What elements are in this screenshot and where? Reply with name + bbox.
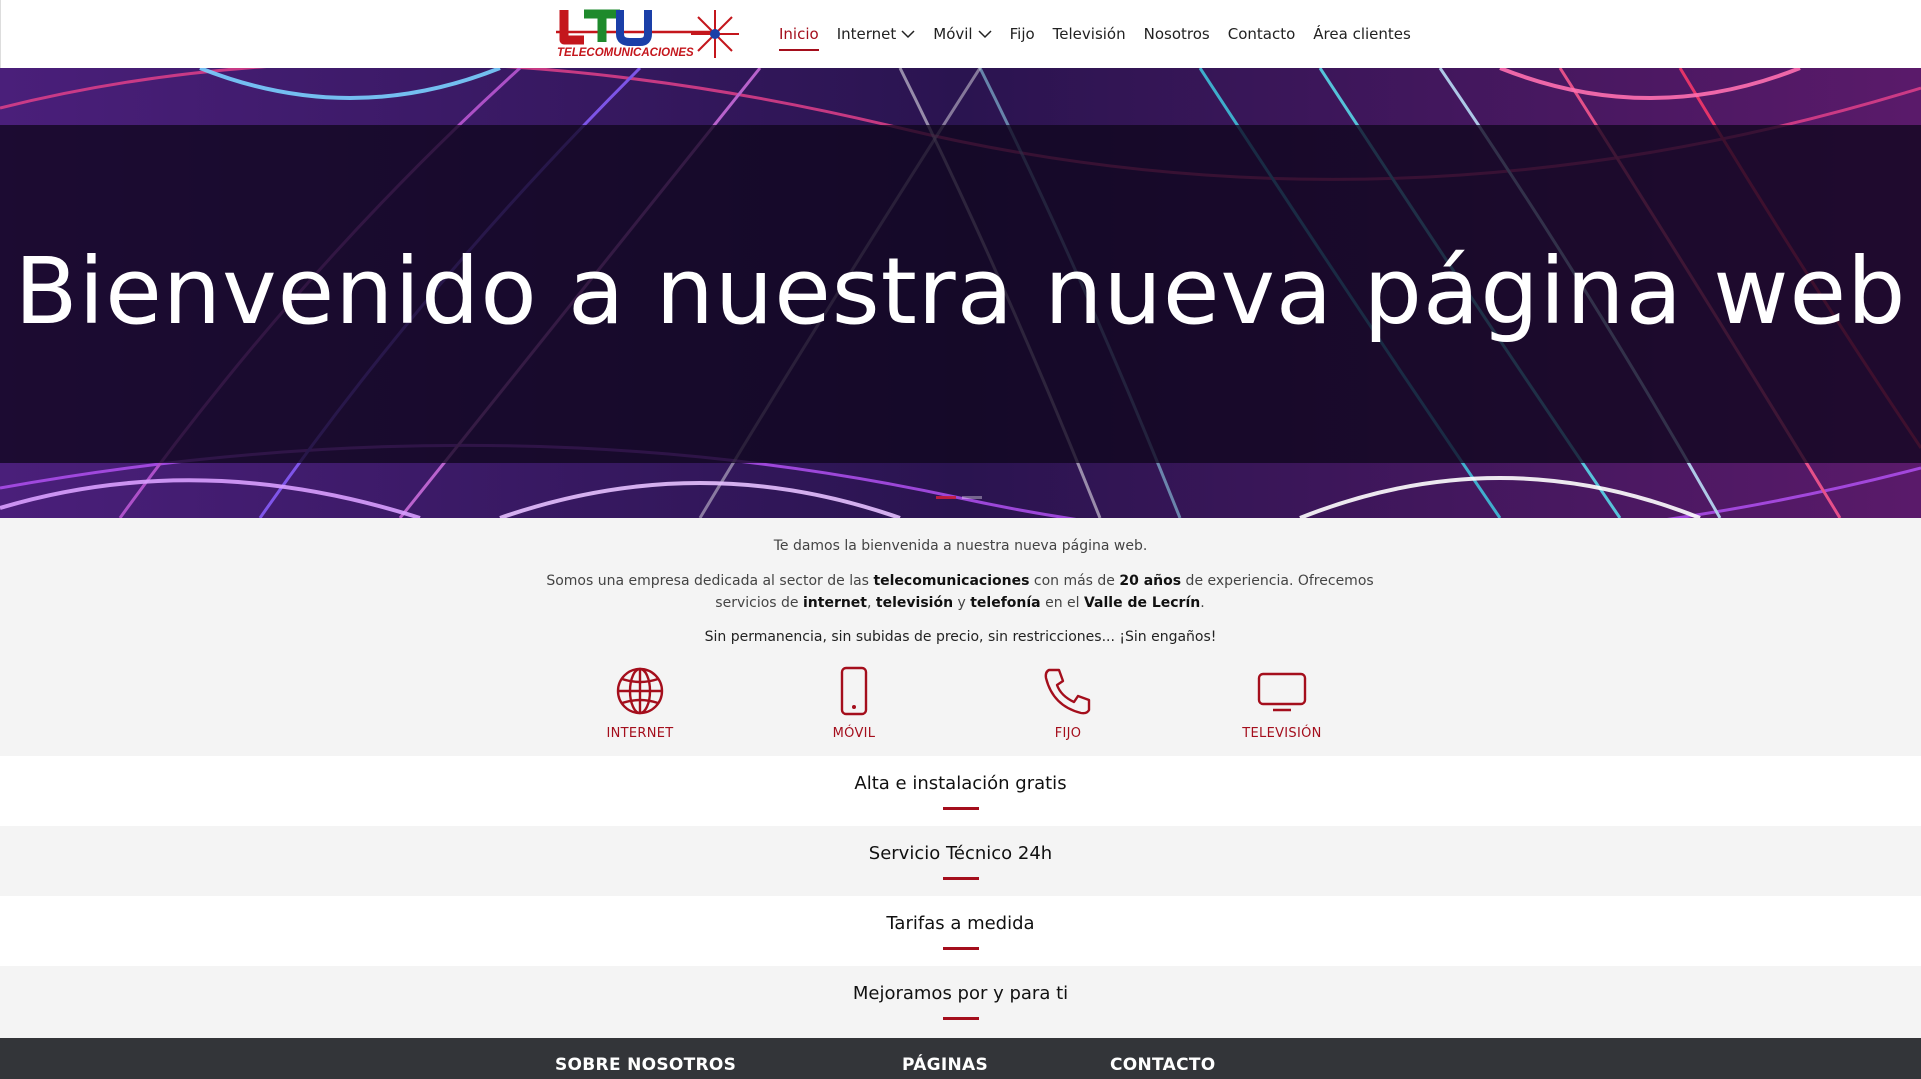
intro-highlight: televisión [875,595,954,611]
nav-television[interactable]: Televisión [1053,0,1126,68]
logo-subtitle: TELECOMUNICACIONES [557,47,694,59]
feature-title: Alta e instalación gratis [854,773,1067,794]
site-footer: SOBRE NOSOTROS PÁGINAS CONTACTO [0,1038,1921,1079]
footer-heading-contacto: CONTACTO [1110,1055,1216,1075]
intro-highlight: Valle de Lecrín [1083,595,1201,611]
intro-highlight: telecomunicaciones [873,573,1030,589]
nav-label: Contacto [1227,25,1296,43]
feature-underline [943,877,979,880]
nav-label: Internet [836,25,897,43]
main-nav: Inicio Internet Móvil Fijo Televisión No… [779,0,1429,68]
service-internet[interactable]: INTERNET [570,666,710,741]
intro-highlight: 20 años [1119,573,1182,589]
intro-text-segment: y [953,595,971,611]
service-label: INTERNET [606,726,674,741]
intro-section: Te damos la bienvenida a nuestra nueva p… [0,518,1921,756]
nav-label: Televisión [1052,25,1126,43]
feature-title: Tarifas a medida [886,913,1035,934]
nav-label: Móvil [933,25,973,43]
slider-dot-active[interactable] [936,496,956,499]
intro-tagline: Sin permanencia, sin subidas de precio, … [704,629,1217,645]
phone-handset-icon [1044,668,1091,715]
service-label: FIJO [1054,726,1082,741]
hero-slider: Bienvenido a nuestra nueva página web [0,68,1921,518]
nav-label: Área clientes [1313,25,1411,43]
feature-underline [943,807,979,810]
slider-dots [936,496,982,499]
feature-title: Mejoramos por y para ti [852,983,1069,1004]
feature-servicio-tecnico: Servicio Técnico 24h [0,826,1921,896]
site-header: TELECOMUNICACIONES Inicio Internet Móvil… [0,0,1921,68]
slider-dot[interactable] [962,496,982,499]
nav-nosotros[interactable]: Nosotros [1144,0,1210,68]
mobile-phone-icon [840,666,868,716]
feature-mejoramos: Mejoramos por y para ti [0,966,1921,1038]
intro-text-segment: . [1200,595,1205,611]
feature-alta-instalacion: Alta e instalación gratis [0,756,1921,826]
feature-underline [943,947,979,950]
intro-text-segment: , [867,595,876,611]
intro-description: Somos una empresa dedicada al sector de … [545,570,1375,614]
nav-inicio[interactable]: Inicio [779,0,819,68]
intro-text-segment: con más de [1029,573,1120,589]
feature-title: Servicio Técnico 24h [868,843,1053,864]
nav-label: Fijo [1009,25,1035,43]
service-label: MÓVIL [832,726,876,741]
feature-tarifas: Tarifas a medida [0,896,1921,966]
footer-heading-sobre-nosotros: SOBRE NOSOTROS [555,1055,737,1075]
nav-internet[interactable]: Internet [837,0,916,68]
nav-movil[interactable]: Móvil [933,0,992,68]
intro-text-segment: en el [1040,595,1084,611]
intro-highlight: internet [802,595,867,611]
nav-area-clientes[interactable]: Área clientes [1313,0,1411,68]
service-fijo[interactable]: FIJO [998,666,1138,741]
nav-fijo[interactable]: Fijo [1010,0,1035,68]
hero-title: Bienvenido a nuestra nueva página web [14,238,1907,345]
intro-text-segment: Somos una empresa dedicada al sector de … [546,573,874,589]
tv-icon [1257,672,1307,712]
globe-icon [616,667,664,715]
feature-underline [943,1017,979,1020]
nav-label: Nosotros [1143,25,1210,43]
chevron-down-icon [978,30,992,39]
nav-label: Inicio [779,25,819,43]
footer-heading-paginas: PÁGINAS [902,1055,989,1075]
service-label: TELEVISIÓN [1242,726,1322,741]
intro-highlight: telefonía [970,595,1041,611]
nav-contacto[interactable]: Contacto [1228,0,1296,68]
service-television[interactable]: TELEVISIÓN [1212,666,1352,741]
chevron-down-icon [901,30,915,39]
ltu-logo[interactable]: TELECOMUNICACIONES [554,6,744,62]
service-movil[interactable]: MÓVIL [784,666,924,741]
intro-welcome-text: Te damos la bienvenida a nuestra nueva p… [773,538,1148,554]
